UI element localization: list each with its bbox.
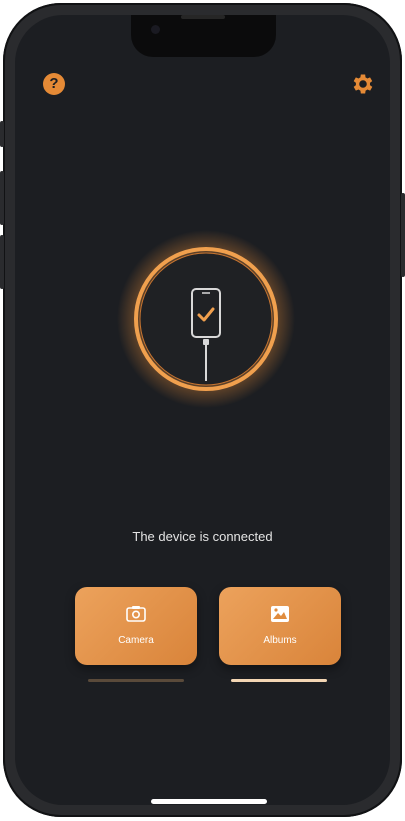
notch bbox=[131, 15, 276, 57]
earpiece-speaker bbox=[181, 15, 225, 19]
phone-frame: ? The device is connected Camera Albums bbox=[0, 3, 405, 817]
camera-icon bbox=[126, 606, 146, 622]
albums-button[interactable]: Albums bbox=[219, 587, 341, 665]
camera-button-label: Camera bbox=[118, 635, 154, 646]
volume-down-button bbox=[0, 235, 4, 289]
camera-button[interactable]: Camera bbox=[75, 587, 197, 665]
volume-up-button bbox=[0, 171, 4, 225]
front-camera bbox=[151, 25, 160, 34]
home-indicator[interactable] bbox=[151, 799, 267, 804]
albums-button-label: Albums bbox=[263, 635, 297, 646]
albums-tab-indicator bbox=[231, 679, 327, 682]
connection-ring bbox=[116, 229, 296, 409]
app-screen: ? The device is connected Camera Albums bbox=[15, 15, 390, 805]
power-button bbox=[401, 193, 405, 277]
help-icon[interactable]: ? bbox=[43, 73, 65, 95]
phone-connected-icon bbox=[117, 230, 295, 408]
camera-tab-indicator bbox=[88, 679, 184, 682]
connection-status-text: The device is connected bbox=[132, 529, 273, 544]
gear-icon[interactable] bbox=[350, 71, 376, 97]
mute-switch bbox=[0, 121, 4, 147]
image-icon bbox=[271, 606, 289, 622]
